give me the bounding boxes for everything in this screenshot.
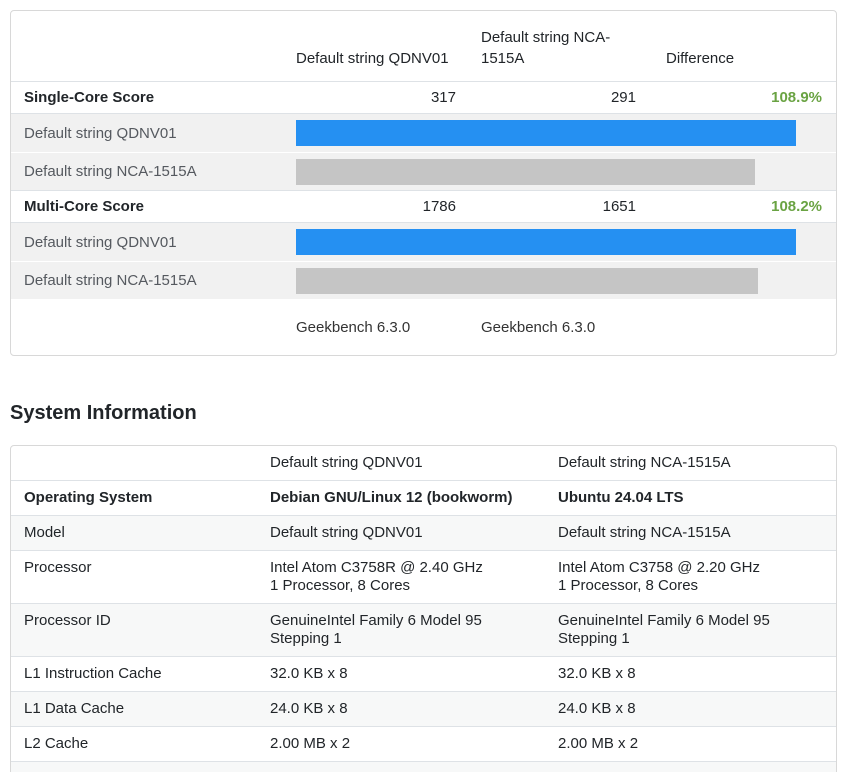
row-value-qdnv01: 24.0 KB x 8 xyxy=(258,692,546,727)
score-bar-blue xyxy=(296,229,796,255)
score-section-label: Single-Core Score xyxy=(24,89,296,106)
bar-row-qdnv01: Default string QDNV01 xyxy=(11,223,836,261)
column-header-nca-1515a: Default string NCA-1515A xyxy=(456,27,636,69)
bar-label: Default string QDNV01 xyxy=(24,234,296,251)
row-value-qdnv01: Default string QDNV01 xyxy=(258,516,546,551)
table-row-l1-instruction-cache: L1 Instruction Cache 32.0 KB x 8 32.0 KB… xyxy=(11,657,836,692)
score-bar-gray xyxy=(296,159,755,185)
score-value-qdnv01: 317 xyxy=(296,89,456,106)
geekbench-comparison-page: Default string QDNV01 Default string NCA… xyxy=(0,0,847,772)
table-row-l3-cache: L3 Cache xyxy=(11,762,836,772)
multi-core-score-row: Multi-Core Score 1786 1651 108.2% xyxy=(11,190,836,223)
score-value-nca-1515a: 1651 xyxy=(456,198,636,215)
table-row-l2-cache: L2 Cache 2.00 MB x 2 2.00 MB x 2 xyxy=(11,727,836,762)
row-value-nca-1515a: Ubuntu 24.04 LTS xyxy=(546,481,836,516)
row-label: Processor xyxy=(11,551,258,604)
table-row-model: Model Default string QDNV01 Default stri… xyxy=(11,516,836,551)
bar-row-qdnv01: Default string QDNV01 xyxy=(11,114,836,152)
bar-label: Default string QDNV01 xyxy=(24,125,296,142)
bar-row-nca-1515a: Default string NCA-1515A xyxy=(11,152,836,190)
row-label: Processor ID xyxy=(11,604,258,657)
bar-track xyxy=(296,229,796,255)
system-information-title: System Information xyxy=(10,402,837,425)
row-value-nca-1515a: 24.0 KB x 8 xyxy=(546,692,836,727)
row-value-qdnv01: 2.00 MB x 2 xyxy=(258,727,546,762)
row-label: Operating System xyxy=(11,481,258,516)
sysinfo-column-header-qdnv01: Default string QDNV01 xyxy=(258,446,546,481)
column-header-difference: Difference xyxy=(636,48,822,69)
row-label: L1 Data Cache xyxy=(11,692,258,727)
score-comparison-card: Default string QDNV01 Default string NCA… xyxy=(10,10,837,356)
table-row-l1-data-cache: L1 Data Cache 24.0 KB x 8 24.0 KB x 8 xyxy=(11,692,836,727)
row-value-qdnv01: GenuineIntel Family 6 Model 95 Stepping … xyxy=(258,604,546,657)
sysinfo-header-spacer xyxy=(11,446,258,481)
row-value-nca-1515a xyxy=(546,762,836,772)
difference-value: 108.9% xyxy=(636,89,822,106)
benchmark-version-row: Geekbench 6.3.0 Geekbench 6.3.0 xyxy=(11,299,836,355)
table-row-processor-id: Processor ID GenuineIntel Family 6 Model… xyxy=(11,604,836,657)
bar-label: Default string NCA-1515A xyxy=(24,163,296,180)
score-bar-blue xyxy=(296,120,796,146)
sysinfo-column-header-nca-1515a: Default string NCA-1515A xyxy=(546,446,836,481)
row-value-nca-1515a: 2.00 MB x 2 xyxy=(546,727,836,762)
row-label: L3 Cache xyxy=(11,762,258,772)
benchmark-version-nca-1515a: Geekbench 6.3.0 xyxy=(456,319,636,336)
table-row-processor: Processor Intel Atom C3758R @ 2.40 GHz 1… xyxy=(11,551,836,604)
row-value-nca-1515a: 32.0 KB x 8 xyxy=(546,657,836,692)
system-information-table: Default string QDNV01 Default string NCA… xyxy=(11,446,836,772)
row-label: L2 Cache xyxy=(11,727,258,762)
single-core-score-row: Single-Core Score 317 291 108.9% xyxy=(11,81,836,114)
score-section-label: Multi-Core Score xyxy=(24,198,296,215)
score-value-nca-1515a: 291 xyxy=(456,89,636,106)
score-value-qdnv01: 1786 xyxy=(296,198,456,215)
row-value-qdnv01: 32.0 KB x 8 xyxy=(258,657,546,692)
row-value-qdnv01 xyxy=(258,762,546,772)
bar-track xyxy=(296,268,796,294)
sysinfo-header-row: Default string QDNV01 Default string NCA… xyxy=(11,446,836,481)
system-information-card: Default string QDNV01 Default string NCA… xyxy=(10,445,837,772)
bar-label: Default string NCA-1515A xyxy=(24,272,296,289)
row-value-qdnv01: Intel Atom C3758R @ 2.40 GHz 1 Processor… xyxy=(258,551,546,604)
comparison-header-row: Default string QDNV01 Default string NCA… xyxy=(11,11,836,81)
bar-track xyxy=(296,159,796,185)
score-bar-gray xyxy=(296,268,758,294)
bar-track xyxy=(296,120,796,146)
column-header-qdnv01: Default string QDNV01 xyxy=(296,48,456,69)
bar-row-nca-1515a: Default string NCA-1515A xyxy=(11,261,836,299)
row-value-qdnv01: Debian GNU/Linux 12 (bookworm) xyxy=(258,481,546,516)
row-label: Model xyxy=(11,516,258,551)
difference-value: 108.2% xyxy=(636,198,822,215)
row-value-nca-1515a: Intel Atom C3758 @ 2.20 GHz 1 Processor,… xyxy=(546,551,836,604)
benchmark-version-qdnv01: Geekbench 6.3.0 xyxy=(296,319,456,336)
row-value-nca-1515a: Default string NCA-1515A xyxy=(546,516,836,551)
row-value-nca-1515a: GenuineIntel Family 6 Model 95 Stepping … xyxy=(546,604,836,657)
table-row-operating-system: Operating System Debian GNU/Linux 12 (bo… xyxy=(11,481,836,516)
row-label: L1 Instruction Cache xyxy=(11,657,258,692)
